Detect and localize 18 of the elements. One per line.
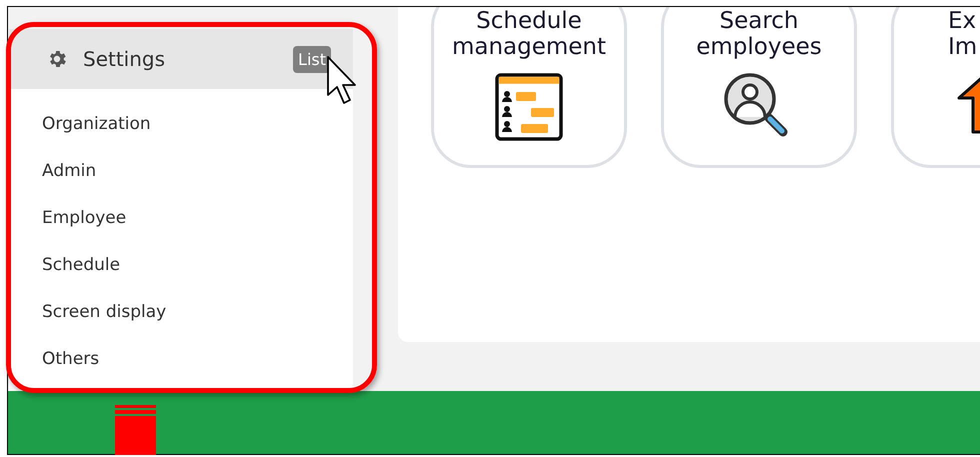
- card-title: employees: [695, 34, 823, 60]
- sidebar-item[interactable]: Employee: [9, 195, 353, 242]
- card-title: Schedule: [475, 8, 583, 34]
- sidebar-item[interactable]: Others: [9, 336, 353, 383]
- menu-card[interactable]: Ex Im: [891, 7, 980, 168]
- list-button[interactable]: List: [293, 46, 331, 72]
- sidebar-item[interactable]: Schedule: [9, 242, 353, 289]
- sidebar-item[interactable]: Screen display: [9, 289, 353, 336]
- card-title: Ex: [948, 8, 978, 34]
- card-title: management: [450, 34, 608, 60]
- card-title: Im: [948, 34, 978, 60]
- marker-drawing: [115, 405, 156, 455]
- sidebar-item[interactable]: Admin: [9, 148, 353, 195]
- menu-card[interactable]: Schedule management: [431, 7, 627, 168]
- schedule-chart-icon: [494, 72, 564, 142]
- card-title: Search: [718, 8, 800, 34]
- sidebar-title: Settings: [83, 47, 166, 71]
- menu-card[interactable]: Search employees: [661, 7, 857, 168]
